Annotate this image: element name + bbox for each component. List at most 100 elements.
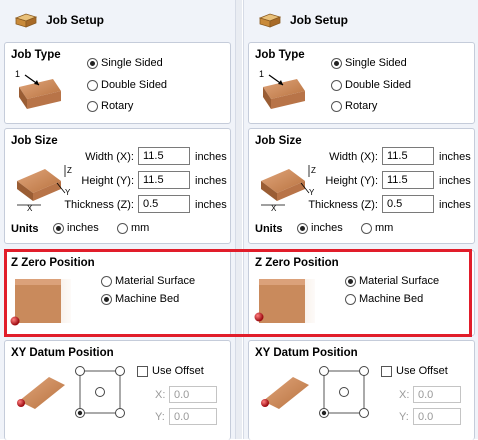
xy-datum-position-selector[interactable] bbox=[315, 361, 373, 421]
radio-button[interactable] bbox=[87, 57, 98, 69]
radio-label: Material Surface bbox=[115, 275, 196, 287]
job-type-diagram-icon: 1 bbox=[259, 69, 305, 109]
radio-button[interactable] bbox=[331, 79, 342, 91]
thickness-input[interactable] bbox=[138, 195, 190, 213]
z-zero-title: Z Zero Position bbox=[255, 257, 339, 269]
radio-single-sided[interactable]: Single Sided bbox=[331, 57, 407, 69]
datum-top-right bbox=[359, 366, 369, 376]
thickness-input[interactable] bbox=[382, 195, 434, 213]
panel-header: Job Setup bbox=[248, 4, 475, 36]
x-offset-label: X: bbox=[399, 389, 410, 401]
datum-center bbox=[339, 387, 349, 397]
axis-y-label: Y bbox=[65, 188, 71, 197]
radio-label: Double Sided bbox=[345, 79, 412, 91]
checkbox-box[interactable] bbox=[137, 365, 148, 377]
radio-units-mm[interactable]: mm bbox=[361, 222, 393, 234]
x-offset-input[interactable] bbox=[413, 386, 461, 403]
panel-title: Job Setup bbox=[290, 13, 349, 27]
xy-datum-diagram-icon bbox=[17, 377, 65, 409]
width-unit: inches bbox=[439, 151, 471, 163]
radio-button[interactable] bbox=[53, 222, 64, 234]
datum-bottom-right bbox=[115, 408, 125, 418]
radio-rotary[interactable]: Rotary bbox=[331, 100, 377, 112]
height-unit: inches bbox=[195, 175, 227, 187]
z-zero-group: Z Zero Position Material Surface Machine… bbox=[248, 250, 475, 336]
radio-machine-bed[interactable]: Machine Bed bbox=[101, 293, 179, 305]
axis-z-label: Z bbox=[311, 166, 316, 175]
radio-button[interactable] bbox=[345, 275, 356, 287]
radio-label: Single Sided bbox=[345, 57, 407, 69]
radio-label: mm bbox=[131, 222, 150, 234]
radio-single-sided[interactable]: Single Sided bbox=[87, 57, 163, 69]
checkbox-box[interactable] bbox=[381, 365, 392, 377]
z-datum-dot bbox=[254, 312, 264, 322]
radio-button[interactable] bbox=[101, 293, 112, 305]
job-setup-panel-right: Job Setup Job Type 1 Single Sided Double… bbox=[243, 0, 478, 440]
axis-x-label: X bbox=[271, 204, 277, 211]
axis-y-label: Y bbox=[309, 188, 315, 197]
radio-material-surface[interactable]: Material Surface bbox=[101, 275, 195, 287]
diagram-number: 1 bbox=[15, 69, 20, 79]
radio-button[interactable] bbox=[331, 57, 342, 69]
radio-button[interactable] bbox=[331, 100, 342, 112]
radio-label: mm bbox=[375, 222, 394, 234]
radio-button[interactable] bbox=[101, 275, 112, 287]
radio-label: Machine Bed bbox=[359, 293, 424, 305]
job-type-group: Job Type 1 Single Sided Double Sided Rot… bbox=[248, 42, 475, 124]
radio-machine-bed[interactable]: Machine Bed bbox=[345, 293, 423, 305]
x-offset-label: X: bbox=[155, 389, 166, 401]
radio-label: Rotary bbox=[101, 100, 134, 112]
radio-units-mm[interactable]: mm bbox=[117, 222, 149, 234]
radio-double-sided[interactable]: Double Sided bbox=[87, 79, 167, 91]
width-label: Width (X): bbox=[329, 151, 378, 163]
radio-button[interactable] bbox=[117, 222, 128, 234]
job-type-group: Job Type 1 Single Sided Double Sided Rot… bbox=[4, 42, 231, 124]
z-datum-dot bbox=[10, 316, 20, 326]
z-zero-diagram-icon bbox=[10, 279, 71, 326]
height-input[interactable] bbox=[138, 171, 190, 189]
xy-datum-position-selector[interactable] bbox=[71, 361, 129, 421]
radio-button[interactable] bbox=[345, 293, 356, 305]
y-offset-input[interactable] bbox=[413, 408, 461, 425]
datum-bottom-left-selected bbox=[77, 410, 83, 416]
radio-button[interactable] bbox=[87, 79, 98, 91]
datum-center bbox=[95, 387, 105, 397]
y-offset-input[interactable] bbox=[169, 408, 217, 425]
y-offset-label: Y: bbox=[155, 411, 165, 423]
job-type-title: Job Type bbox=[255, 49, 305, 61]
diagram-number: 1 bbox=[259, 69, 264, 79]
datum-top-left bbox=[319, 366, 329, 376]
thickness-label: Thickness (Z): bbox=[64, 199, 134, 211]
width-input[interactable] bbox=[382, 147, 434, 165]
radio-button[interactable] bbox=[87, 100, 98, 112]
use-offset-checkbox[interactable]: Use Offset bbox=[137, 365, 204, 377]
radio-units-inches[interactable]: inches bbox=[297, 222, 343, 234]
axis-x-label: X bbox=[27, 204, 33, 211]
radio-label: Rotary bbox=[345, 100, 378, 112]
xy-datum-diagram-icon bbox=[261, 377, 309, 409]
use-offset-checkbox[interactable]: Use Offset bbox=[381, 365, 448, 377]
radio-units-inches[interactable]: inches bbox=[53, 222, 99, 234]
radio-material-surface[interactable]: Material Surface bbox=[345, 275, 439, 287]
radio-button[interactable] bbox=[297, 222, 308, 234]
x-offset-input[interactable] bbox=[169, 386, 217, 403]
xy-datum-title: XY Datum Position bbox=[255, 347, 358, 359]
height-label: Height (Y): bbox=[81, 175, 134, 187]
y-offset-label: Y: bbox=[399, 411, 409, 423]
job-size-title: Job Size bbox=[255, 135, 302, 147]
radio-rotary[interactable]: Rotary bbox=[87, 100, 133, 112]
width-input[interactable] bbox=[138, 147, 190, 165]
height-input[interactable] bbox=[382, 171, 434, 189]
width-unit: inches bbox=[195, 151, 227, 163]
datum-bottom-left-selected bbox=[321, 410, 327, 416]
radio-label: inches bbox=[67, 222, 99, 234]
z-zero-diagram-icon bbox=[254, 279, 315, 323]
radio-double-sided[interactable]: Double Sided bbox=[331, 79, 411, 91]
job-size-group: Job Size Z Y X Width (X): inches Height … bbox=[248, 128, 475, 244]
datum-bottom-right bbox=[359, 408, 369, 418]
units-label: Units bbox=[11, 223, 39, 235]
thickness-unit: inches bbox=[439, 199, 471, 211]
radio-button[interactable] bbox=[361, 222, 372, 234]
job-size-group: Job Size Z Y X Width (X): inches Height … bbox=[4, 128, 231, 244]
panel-title: Job Setup bbox=[46, 13, 105, 27]
